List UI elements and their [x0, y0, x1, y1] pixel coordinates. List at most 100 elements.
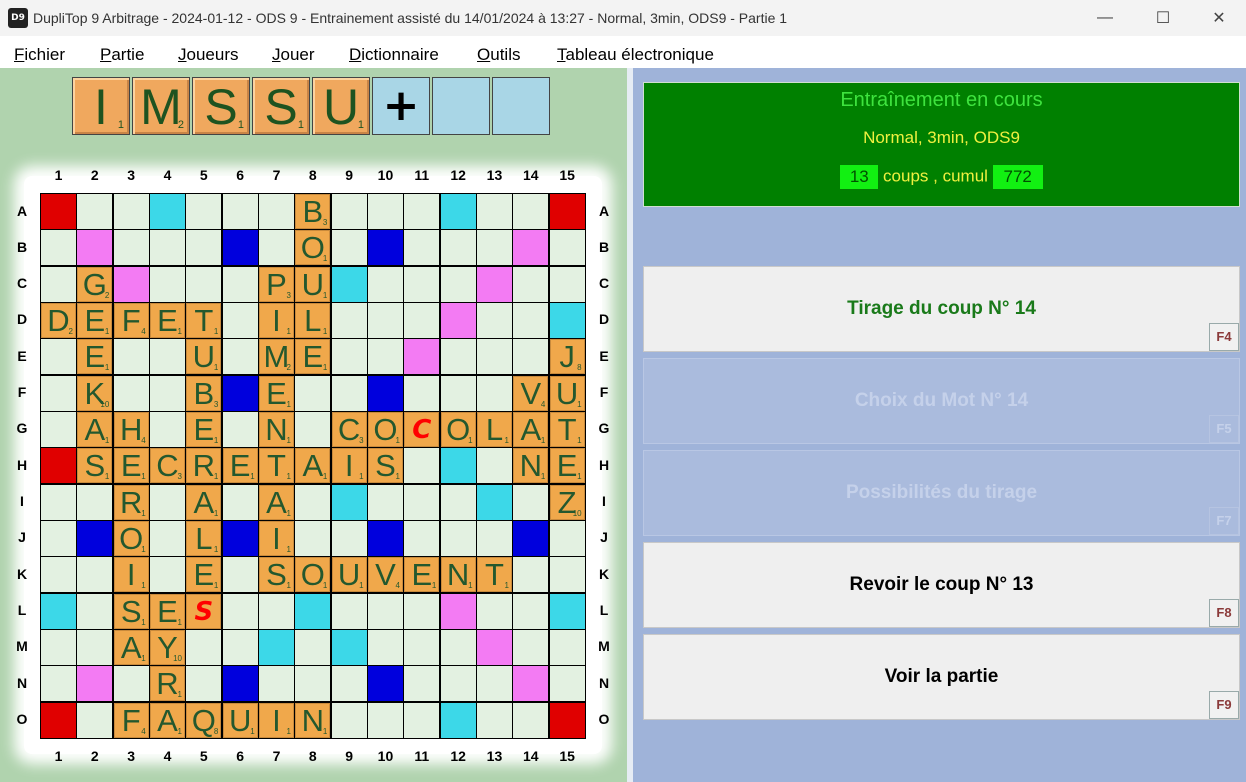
- board-square[interactable]: [295, 484, 331, 520]
- board-square[interactable]: S1: [113, 593, 149, 629]
- board-square[interactable]: [113, 375, 149, 411]
- board-square[interactable]: [440, 302, 476, 338]
- rack-tile[interactable]: S1: [252, 77, 310, 135]
- rack-tile[interactable]: I1: [72, 77, 130, 135]
- board-square[interactable]: [549, 629, 585, 665]
- board-square[interactable]: [367, 702, 403, 738]
- board-square[interactable]: [404, 302, 440, 338]
- board-square[interactable]: U1: [222, 702, 258, 738]
- board-square[interactable]: U1: [295, 266, 331, 302]
- board-square[interactable]: [404, 702, 440, 738]
- board-square[interactable]: [549, 557, 585, 593]
- board-square[interactable]: [404, 484, 440, 520]
- board-square[interactable]: T1: [476, 557, 512, 593]
- board-square[interactable]: O1: [295, 230, 331, 266]
- board-square[interactable]: E1: [77, 339, 113, 375]
- add-tiles-button[interactable]: +: [372, 77, 430, 135]
- board-square[interactable]: B3: [186, 375, 222, 411]
- board-square[interactable]: [476, 194, 512, 229]
- board-square[interactable]: O1: [367, 411, 403, 447]
- board-square[interactable]: [513, 339, 549, 375]
- board-square[interactable]: [222, 629, 258, 665]
- board-square[interactable]: [77, 230, 113, 266]
- board-square[interactable]: [222, 520, 258, 556]
- board-square[interactable]: B3: [295, 194, 331, 229]
- board-square[interactable]: [440, 593, 476, 629]
- board-square[interactable]: [367, 375, 403, 411]
- board-square[interactable]: [549, 702, 585, 738]
- rack-tile[interactable]: S1: [192, 77, 250, 135]
- board-square[interactable]: [476, 629, 512, 665]
- board-square[interactable]: [404, 593, 440, 629]
- board-square[interactable]: [41, 448, 76, 484]
- board-square[interactable]: [513, 194, 549, 229]
- board-square[interactable]: [440, 448, 476, 484]
- maximize-button[interactable]: ☐: [1134, 0, 1192, 36]
- board-square[interactable]: [440, 266, 476, 302]
- board-square[interactable]: [476, 484, 512, 520]
- board-square[interactable]: [404, 230, 440, 266]
- board-square[interactable]: [41, 339, 76, 375]
- board-square[interactable]: [513, 266, 549, 302]
- board-square[interactable]: [331, 593, 367, 629]
- board-square[interactable]: [549, 302, 585, 338]
- board-square[interactable]: [77, 666, 113, 702]
- board-square[interactable]: S1: [77, 448, 113, 484]
- board-square[interactable]: [41, 702, 76, 738]
- board-square[interactable]: [440, 702, 476, 738]
- board-square[interactable]: U1: [549, 375, 585, 411]
- board-square[interactable]: [331, 666, 367, 702]
- board-square[interactable]: M2: [258, 339, 294, 375]
- board-square[interactable]: [367, 339, 403, 375]
- board-square[interactable]: T1: [549, 411, 585, 447]
- board-square[interactable]: [113, 230, 149, 266]
- board-square[interactable]: J8: [549, 339, 585, 375]
- board-square[interactable]: [149, 557, 185, 593]
- rack-tile[interactable]: M2: [132, 77, 190, 135]
- board-square[interactable]: [476, 448, 512, 484]
- board-square[interactable]: [331, 520, 367, 556]
- board-square[interactable]: [513, 702, 549, 738]
- board-square[interactable]: E1: [149, 593, 185, 629]
- board-square[interactable]: Z 10: [549, 484, 585, 520]
- board-square[interactable]: [367, 266, 403, 302]
- board-square[interactable]: [41, 194, 76, 229]
- board-square[interactable]: [404, 666, 440, 702]
- board-square[interactable]: E1: [258, 375, 294, 411]
- menu-tableau-electronique[interactable]: Tableau électronique: [557, 45, 714, 65]
- board-square[interactable]: [113, 194, 149, 229]
- board-square[interactable]: [513, 520, 549, 556]
- board-square[interactable]: [367, 194, 403, 229]
- board-square[interactable]: [222, 411, 258, 447]
- board-square[interactable]: L1: [186, 520, 222, 556]
- board-square[interactable]: E1: [186, 411, 222, 447]
- board-square[interactable]: [404, 266, 440, 302]
- board-square[interactable]: L1: [295, 302, 331, 338]
- board-square[interactable]: [149, 194, 185, 229]
- board-square[interactable]: [404, 339, 440, 375]
- board-square[interactable]: [222, 375, 258, 411]
- board-square[interactable]: [404, 375, 440, 411]
- board-square[interactable]: [476, 666, 512, 702]
- board-square[interactable]: [41, 666, 76, 702]
- menu-dictionnaire[interactable]: Dictionnaire: [349, 45, 439, 65]
- board-square[interactable]: [440, 339, 476, 375]
- rack-empty-slot[interactable]: [432, 77, 490, 135]
- board-square[interactable]: A1: [149, 702, 185, 738]
- board-square[interactable]: [258, 629, 294, 665]
- board-square[interactable]: [113, 666, 149, 702]
- board-square[interactable]: [331, 484, 367, 520]
- menu-joueurs[interactable]: Joueurs: [178, 45, 238, 65]
- menu-jouer[interactable]: Jouer: [272, 45, 315, 65]
- board-square[interactable]: [258, 593, 294, 629]
- board-square[interactable]: [149, 339, 185, 375]
- board-square[interactable]: [41, 557, 76, 593]
- board-square[interactable]: [222, 230, 258, 266]
- menu-outils[interactable]: Outils: [477, 45, 520, 65]
- board-square[interactable]: F4: [113, 702, 149, 738]
- board-square[interactable]: O1: [440, 411, 476, 447]
- board-square[interactable]: [41, 375, 76, 411]
- board-square[interactable]: [440, 194, 476, 229]
- board-square[interactable]: [404, 520, 440, 556]
- board-square[interactable]: [476, 266, 512, 302]
